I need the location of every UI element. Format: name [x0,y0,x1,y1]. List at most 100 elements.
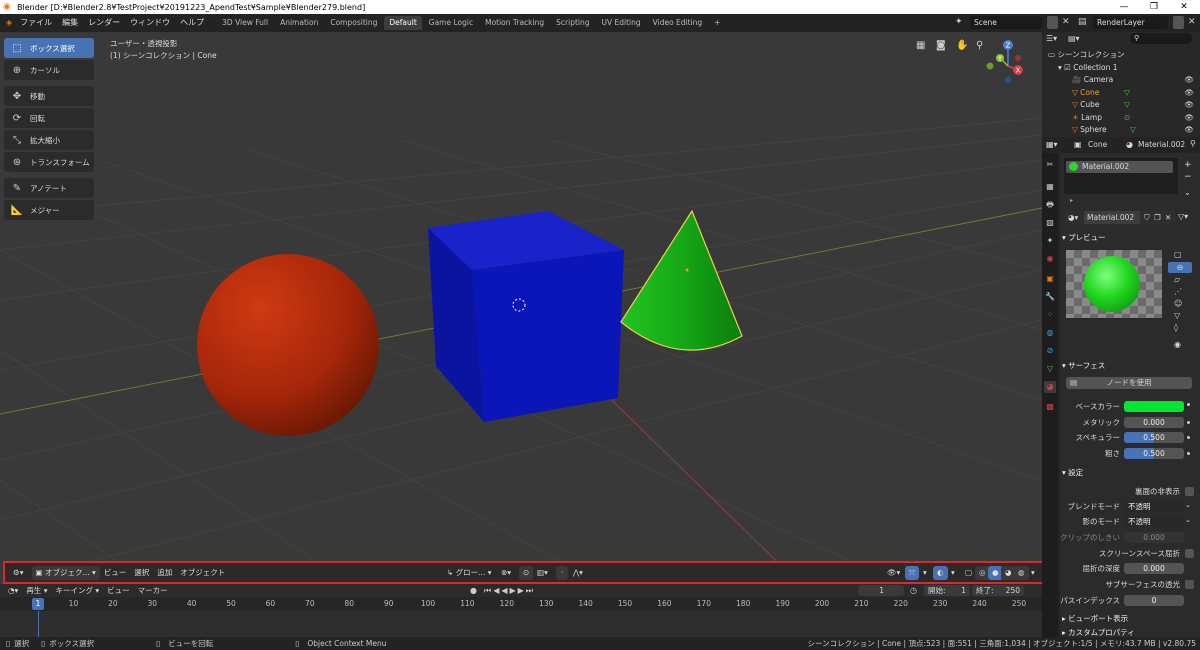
tool-transform[interactable]: ⊛ トランスフォーム [4,152,94,172]
navigation-gizmo[interactable]: Z X Y [980,38,1040,86]
remove-slot-button[interactable]: − [1184,172,1192,182]
tab-view-layer-icon[interactable]: ▨ [1044,217,1056,229]
tab-physics-icon[interactable]: ◍ [1044,327,1056,339]
base-color-swatch[interactable] [1124,401,1184,412]
preview-hair-icon[interactable]: ⋰ [1174,287,1182,296]
specular-field[interactable]: 0.500 [1124,432,1184,443]
timeline-track[interactable] [0,611,1042,637]
camera-view-icon[interactable]: ◙ [936,40,946,51]
blender-menu-icon[interactable]: ◈ [0,14,15,32]
tab-compositing[interactable]: Compositing [325,16,382,30]
preview-fluid-icon[interactable]: ◊ [1174,323,1178,332]
outliner-item-cone[interactable]: ▽ Cone ▽ 👁 [1042,87,1200,100]
playhead[interactable]: 1 [32,598,44,610]
preview-monkey-icon[interactable]: ☺ [1174,299,1182,308]
close-button[interactable]: ✕ [1170,0,1198,14]
render-layer-selector[interactable]: RenderLayer [1093,16,1168,29]
keyframe-dot-icon[interactable] [1187,421,1190,424]
tab-tool-icon[interactable]: ✂ [1044,159,1056,171]
close-scene-icon[interactable]: ✕ [1062,17,1070,27]
custom-props-panel-header[interactable]: ▸ カスタムプロパティ [1062,626,1198,637]
tab-animation[interactable]: Animation [275,16,323,30]
keyframe-dot-icon[interactable] [1187,403,1190,406]
outliner-editor-icon[interactable]: ☰▾ [1046,34,1057,43]
menu-marker[interactable]: マーカー [134,584,172,598]
minimize-button[interactable]: — [1110,0,1138,14]
menu-render[interactable]: レンダー [83,14,125,32]
menu-keying[interactable]: キーイング ▾ [51,584,103,598]
timeline-editor-icon[interactable]: ◔▾ [4,584,22,598]
add-slot-button[interactable]: + [1184,160,1192,170]
preview-cube-icon[interactable]: ▱ [1174,275,1180,284]
properties-editor-icon[interactable]: ▦▾ [1046,140,1058,149]
refraction-field[interactable]: 0.000 [1124,563,1184,574]
shadow-mode-dropdown[interactable]: 不透明 [1124,516,1184,527]
visibility-eye-icon[interactable]: 👁 [1184,87,1194,100]
tool-measure[interactable]: 📐 メジャー [4,200,94,220]
surface-panel-header[interactable]: ▾ サーフェス [1062,359,1198,373]
visibility-eye-icon[interactable]: 👁 [1184,112,1194,125]
tab-object-icon[interactable]: ▣ [1044,273,1056,285]
menu-window[interactable]: ウィンドウ [125,14,175,32]
metallic-field[interactable]: 0.000 [1124,417,1184,428]
menu-help[interactable]: ヘルプ [175,14,209,32]
preview-sphere-icon[interactable]: ⊖ [1168,262,1192,273]
end-frame-field[interactable]: 終了: 250 [972,585,1024,596]
visibility-eye-icon[interactable]: 👁 [1184,124,1194,137]
add-workspace-button[interactable]: + [709,16,725,30]
tab-scene-icon[interactable]: ✦ [1044,235,1056,247]
slot-menu-icon[interactable]: ⌄ [1184,188,1191,197]
settings-panel-header[interactable]: ▾ 設定 [1062,466,1198,480]
visibility-eye-icon[interactable]: 👁 [1184,99,1194,112]
tab-uv-editing[interactable]: UV Editing [597,16,646,30]
tab-output-icon[interactable]: 🖶 [1044,199,1056,211]
keyframe-dot-icon[interactable] [1187,436,1190,439]
tab-data-icon[interactable]: ▽ [1044,363,1056,375]
preview-flat-icon[interactable]: ▢ [1174,250,1182,259]
outliner-search-input[interactable]: ⚲ [1130,33,1192,44]
tab-world-icon[interactable]: ◉ [1044,253,1056,265]
material-browse-icon[interactable]: ◕▾ [1068,211,1078,224]
material-name-field[interactable]: Material.002 [1084,211,1140,224]
expand-arrow-icon[interactable]: ▸ [1070,197,1073,204]
use-nodes-button[interactable]: ▤ ノードを使用 [1066,377,1192,389]
blend-mode-dropdown[interactable]: 不透明 [1124,501,1184,512]
pin-icon[interactable]: ⚲ [1190,139,1196,148]
menu-file[interactable]: ファイル [15,14,57,32]
visibility-eye-icon[interactable]: 👁 [1184,74,1194,87]
outliner-item-sphere[interactable]: ▽ Sphere ▽ 👁 [1042,124,1200,137]
clip-field[interactable]: 0.000 [1124,532,1184,543]
pass-field[interactable]: 0 [1124,595,1184,606]
unlink-icon[interactable]: ✕ [1165,211,1171,224]
checkbox-icon[interactable]: ▾ ☑ [1058,63,1073,72]
tab-scripting[interactable]: Scripting [551,16,594,30]
link-mode-icon[interactable]: ▽▾ [1178,212,1188,221]
outliner-item-camera[interactable]: 🎥 Camera 👁 [1042,74,1200,87]
tab-3d-view-full[interactable]: 3D View Full [217,16,273,30]
keyframe-dot-icon[interactable] [1187,452,1190,455]
close-layer-icon[interactable]: ✕ [1188,17,1196,27]
roughness-field[interactable]: 0.500 [1124,448,1184,459]
sss-checkbox[interactable] [1185,580,1194,589]
scene-collection-row[interactable]: ▭ シーンコレクション [1042,49,1200,62]
tab-texture-icon[interactable]: ▩ [1044,401,1056,413]
scene-selector[interactable]: Scene [970,16,1042,29]
collection-row[interactable]: ▾ ☑ Collection 1 [1042,62,1200,75]
maximize-button[interactable]: ❐ [1140,0,1168,14]
3d-viewport[interactable] [0,32,1042,584]
render-layer-browse-icon[interactable] [1173,16,1184,29]
preview-cloth-icon[interactable]: ▽ [1174,311,1180,320]
scene-browse-icon[interactable] [1047,16,1058,29]
grid-view-icon[interactable]: ▦ [916,40,925,51]
tool-select-box[interactable]: ⬚ ボックス選択 [4,38,94,58]
tab-constraints-icon[interactable]: ⊘ [1044,345,1056,357]
outliner-item-lamp[interactable]: ☀ Lamp ⊙ 👁 [1042,112,1200,125]
tab-material-icon[interactable]: ◕ [1044,381,1056,393]
menu-playback[interactable]: 再生 ▾ [22,584,51,598]
tool-move[interactable]: ✥ 移動 [4,86,94,106]
pan-hand-icon[interactable]: ✋ [956,40,968,51]
preview-world-icon[interactable]: ◉ [1174,340,1181,349]
preview-panel-header[interactable]: ▾ プレビュー [1062,231,1198,245]
material-slot-item[interactable]: Material.002 [1066,161,1173,173]
tab-game-logic[interactable]: Game Logic [424,16,478,30]
